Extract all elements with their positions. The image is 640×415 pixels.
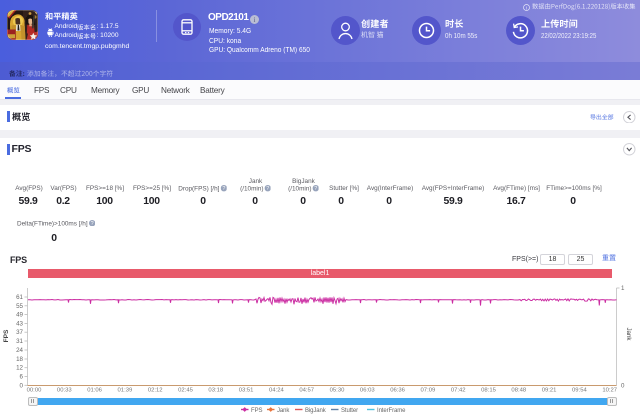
svg-text:31: 31 — [16, 338, 23, 345]
svg-text:?: ? — [266, 186, 269, 191]
svg-text:07:42: 07:42 — [451, 387, 466, 393]
svg-text:0: 0 — [20, 382, 24, 389]
svg-text:37: 37 — [16, 329, 23, 336]
svg-text:03:18: 03:18 — [208, 387, 223, 393]
svg-text:09:21: 09:21 — [542, 387, 557, 393]
svg-text:00:33: 00:33 — [57, 387, 72, 393]
svg-text:FPS: FPS — [3, 329, 10, 342]
svg-text:i: i — [254, 16, 256, 24]
svg-text:10:27: 10:27 — [602, 387, 617, 393]
svg-text:0: 0 — [621, 383, 625, 390]
svg-text:09:54: 09:54 — [572, 387, 587, 393]
svg-text:InterFrame: InterFrame — [377, 408, 406, 414]
svg-text:61: 61 — [16, 294, 23, 301]
svg-text:08:15: 08:15 — [481, 387, 496, 393]
svg-text:12: 12 — [16, 365, 23, 372]
svg-text:01:06: 01:06 — [87, 387, 102, 393]
svg-text:BigJank: BigJank — [305, 408, 327, 414]
svg-text:Stutter: Stutter — [341, 408, 358, 414]
svg-text:Jank: Jank — [277, 408, 290, 414]
svg-text:06:36: 06:36 — [390, 387, 405, 393]
svg-text:01:39: 01:39 — [118, 387, 133, 393]
svg-text:43: 43 — [16, 320, 23, 327]
svg-text:02:12: 02:12 — [148, 387, 163, 393]
svg-text:FPS: FPS — [251, 408, 262, 414]
svg-text:6: 6 — [20, 374, 24, 381]
svg-text:04:24: 04:24 — [269, 387, 284, 393]
svg-text:03:51: 03:51 — [239, 387, 254, 393]
svg-text:?: ? — [90, 221, 93, 226]
svg-text:00:00: 00:00 — [27, 387, 42, 393]
svg-text:05:30: 05:30 — [330, 387, 345, 393]
svg-text:1: 1 — [621, 285, 625, 292]
svg-text:02:45: 02:45 — [178, 387, 193, 393]
svg-text:04:57: 04:57 — [299, 387, 314, 393]
svg-text:06:03: 06:03 — [360, 387, 375, 393]
svg-text:?: ? — [222, 186, 225, 191]
svg-text:24: 24 — [16, 347, 23, 354]
svg-text:?: ? — [314, 186, 317, 191]
svg-text:49: 49 — [16, 312, 23, 319]
svg-text:18: 18 — [16, 356, 23, 363]
svg-text:Jank: Jank — [625, 327, 632, 341]
svg-text:55: 55 — [16, 303, 23, 310]
svg-text:07:09: 07:09 — [421, 387, 436, 393]
svg-text:08:48: 08:48 — [511, 387, 526, 393]
